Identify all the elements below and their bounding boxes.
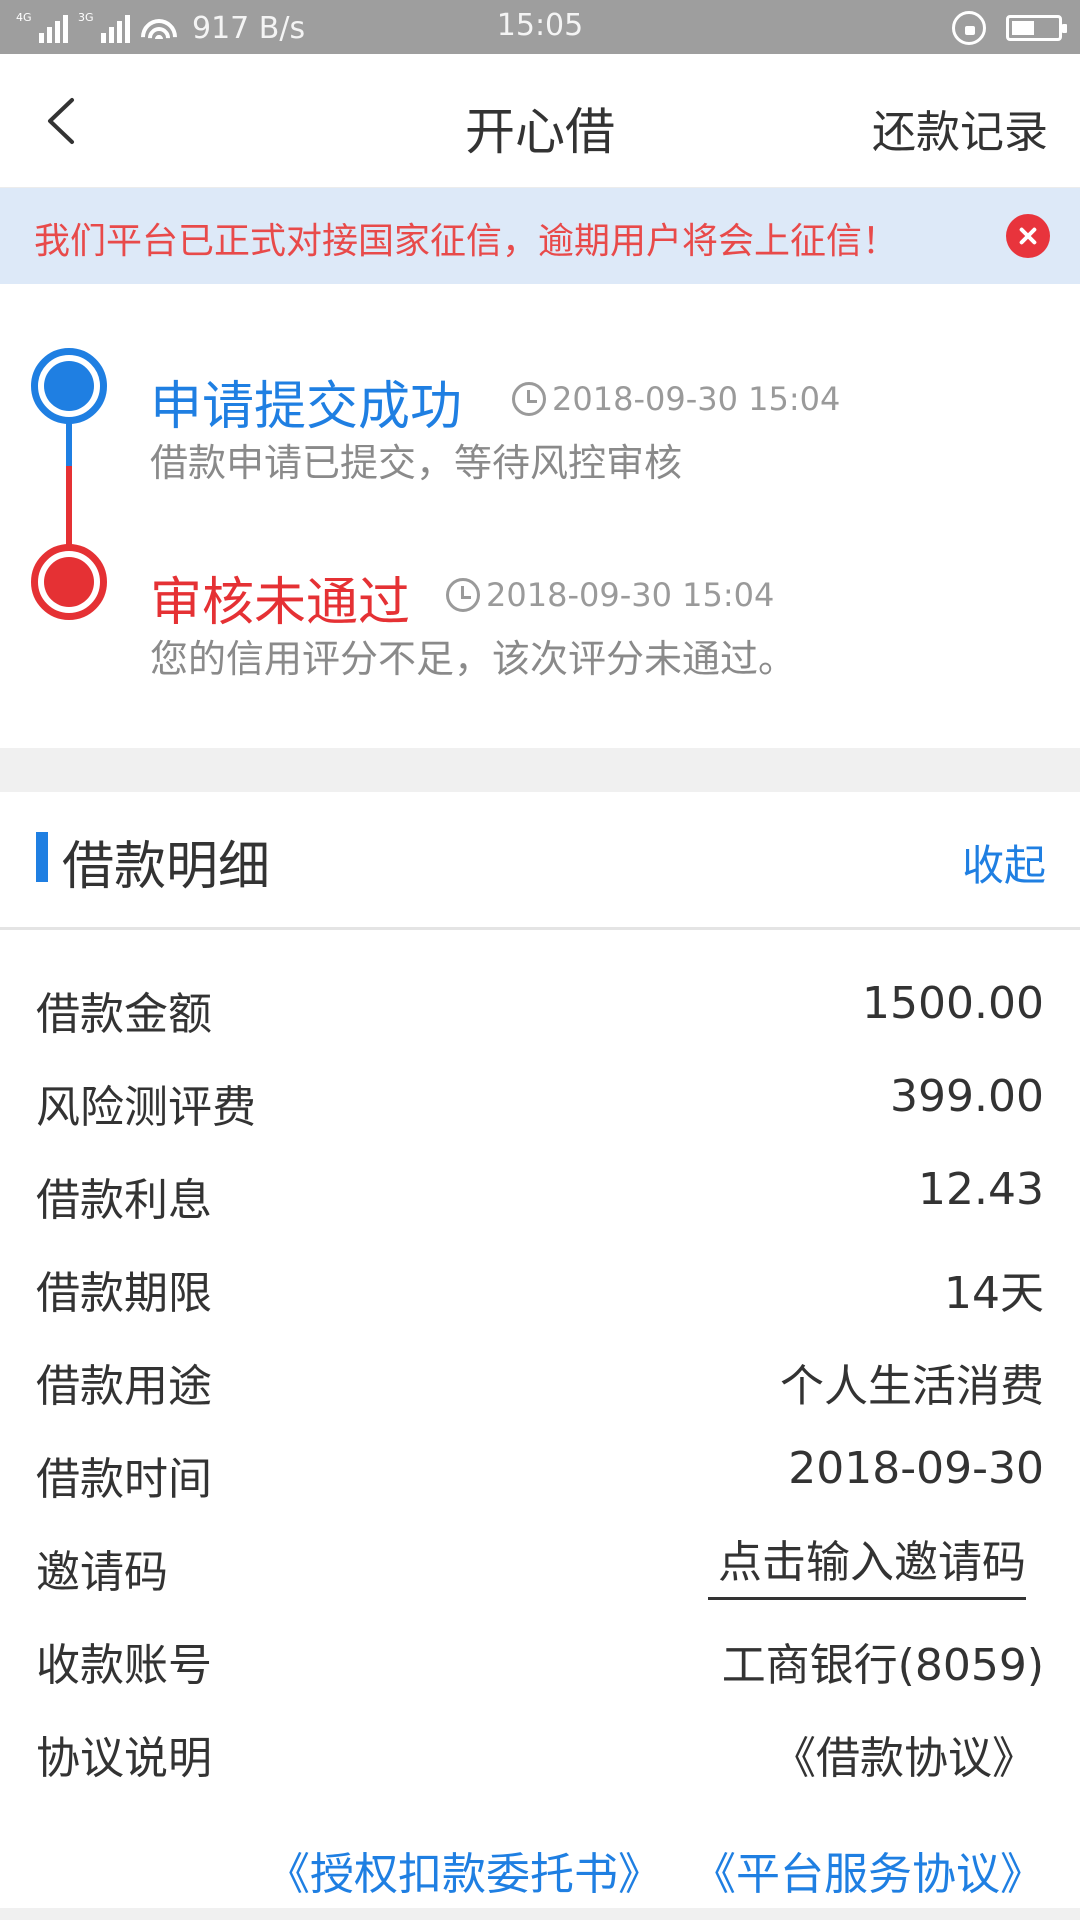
- timeline-dot-rejected: [31, 544, 107, 620]
- timeline-connector: [66, 466, 72, 546]
- detail-value: 399.00: [890, 1071, 1044, 1122]
- status-timeline: 申请提交成功 2018-09-30 15:04 借款申请已提交，等待风控审核 审…: [0, 284, 1080, 748]
- detail-label: 邀请码: [36, 1547, 168, 1598]
- notice-text: 我们平台已正式对接国家征信，逾期用户将会上征信！: [34, 221, 899, 262]
- network-speed: 917 B/s: [192, 10, 306, 46]
- detail-row: 借款金额 1500.00: [0, 960, 1080, 1053]
- step-desc: 您的信用评分不足，该次评分未通过。: [150, 637, 797, 681]
- clock-icon: [512, 382, 546, 416]
- signal-icon: 3G: [78, 11, 130, 45]
- account-value: 工商银行(8059): [721, 1640, 1044, 1691]
- detail-label: 借款用途: [36, 1361, 212, 1412]
- detail-label: 协议说明: [36, 1733, 212, 1784]
- close-icon[interactable]: [1006, 214, 1050, 258]
- rotation-lock-icon: [952, 11, 986, 45]
- detail-label: 风险测评费: [36, 1082, 256, 1133]
- collapse-button[interactable]: 收起: [962, 832, 1046, 893]
- detail-label: 借款利息: [36, 1175, 212, 1226]
- step-time: 2018-09-30 15:04: [446, 576, 774, 614]
- step-time: 2018-09-30 15:04: [512, 380, 840, 418]
- detail-value: 1500.00: [862, 978, 1044, 1029]
- section-divider: [0, 748, 1080, 792]
- detail-row: 借款利息 12.43: [0, 1146, 1080, 1239]
- bottom-divider: [0, 1908, 1080, 1920]
- service-agreement-link[interactable]: 《平台服务协议》: [692, 1838, 1044, 1902]
- network-tag: 4G: [16, 11, 32, 24]
- invite-code-input[interactable]: [708, 1528, 1026, 1600]
- detail-row: 借款时间 2018-09-30: [0, 1425, 1080, 1518]
- step-time-text: 2018-09-30 15:04: [486, 576, 775, 614]
- back-arrow-icon[interactable]: [42, 94, 96, 148]
- agreements-row: 协议说明 《借款协议》: [0, 1704, 1080, 1797]
- notice-banner: 我们平台已正式对接国家征信，逾期用户将会上征信！: [0, 188, 1080, 284]
- detail-label: 借款期限: [36, 1268, 212, 1319]
- detail-label: 借款时间: [36, 1454, 212, 1505]
- detail-value: 2018-09-30: [788, 1443, 1044, 1494]
- detail-row: 风险测评费 399.00: [0, 1053, 1080, 1146]
- detail-value: 12.43: [918, 1164, 1044, 1215]
- battery-icon: [1006, 15, 1067, 41]
- detail-label: 收款账号: [36, 1640, 212, 1691]
- step-title: 申请提交成功: [150, 377, 463, 437]
- agreement-links: 《授权扣款委托书》 《平台服务协议》: [266, 1838, 1044, 1902]
- loan-details-list: 借款金额 1500.00 风险测评费 399.00 借款利息 12.43 借款期…: [0, 932, 1080, 1910]
- detail-value: 个人生活消费: [780, 1361, 1044, 1412]
- status-left: 4G 3G 917 B/s: [16, 8, 305, 48]
- timeline-dot-submitted: [31, 348, 107, 424]
- status-right: [952, 10, 1067, 46]
- section-title: 借款明细: [62, 837, 271, 897]
- repayment-record-button[interactable]: 还款记录: [872, 96, 1048, 160]
- section-accent-bar: [36, 832, 48, 882]
- step-title: 审核未通过: [150, 573, 411, 633]
- clock-icon: [446, 578, 480, 612]
- detail-row: 借款用途 个人生活消费: [0, 1332, 1080, 1425]
- loan-details-header: 借款明细 收起: [0, 792, 1080, 930]
- invite-code-row: 邀请码: [0, 1518, 1080, 1611]
- detail-value: 14天: [944, 1268, 1044, 1319]
- nav-bar: 开心借 还款记录: [0, 54, 1080, 188]
- authorization-link[interactable]: 《授权扣款委托书》: [266, 1838, 662, 1902]
- step-desc: 借款申请已提交，等待风控审核: [150, 441, 683, 485]
- detail-label: 借款金额: [36, 989, 212, 1040]
- step-time-text: 2018-09-30 15:04: [552, 380, 841, 418]
- status-bar: 4G 3G 917 B/s 15:05: [0, 0, 1080, 54]
- signal-icon: 4G: [16, 11, 68, 45]
- account-row: 收款账号 工商银行(8059): [0, 1611, 1080, 1704]
- wifi-icon: [140, 13, 178, 43]
- loan-agreement-link[interactable]: 《借款协议》: [772, 1722, 1036, 1786]
- network-tag: 3G: [78, 11, 94, 24]
- detail-row: 借款期限 14天: [0, 1239, 1080, 1332]
